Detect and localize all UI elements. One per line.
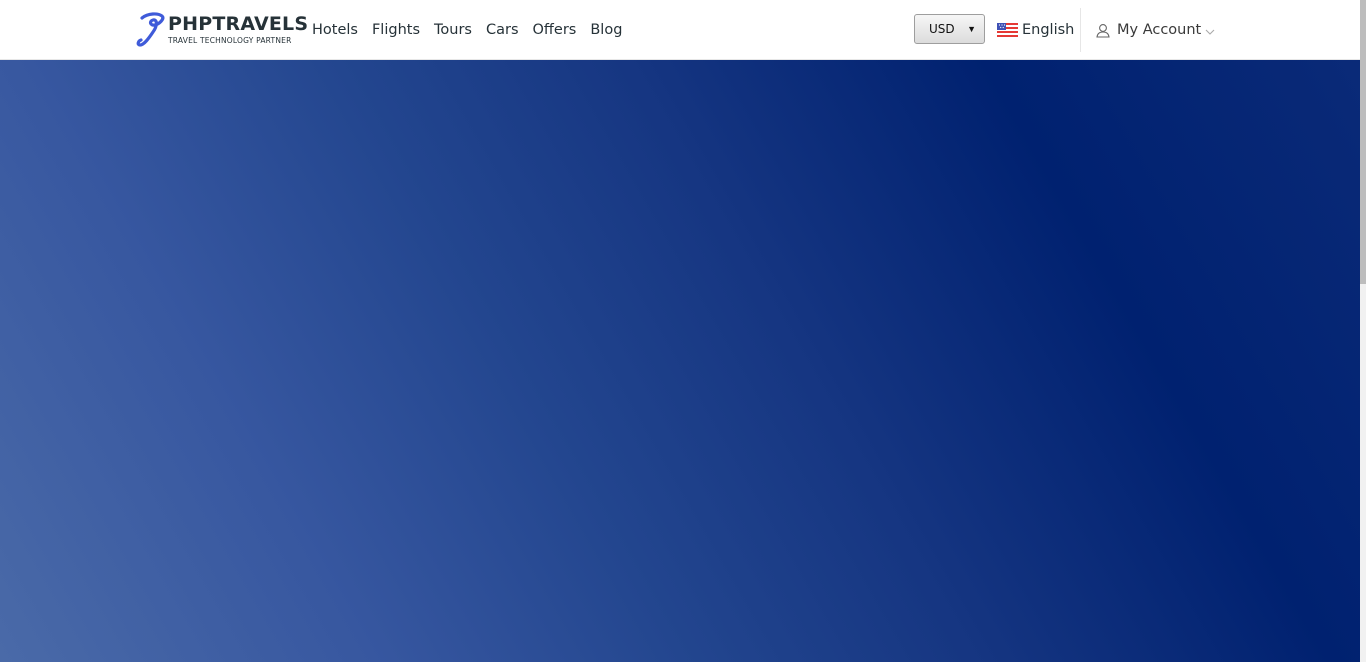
page-scrollbar[interactable]	[1360, 0, 1366, 662]
phptravels-logo-icon	[136, 12, 165, 47]
chevron-down-icon	[1205, 29, 1215, 35]
language-selector[interactable]: English	[997, 0, 1074, 60]
header-divider	[1080, 8, 1081, 52]
logo-text: PHPTRAVELS TRAVEL TECHNOLOGY PARTNER	[168, 15, 308, 45]
my-account-label: My Account	[1117, 22, 1202, 38]
top-navbar: PHPTRAVELS TRAVEL TECHNOLOGY PARTNER Hot…	[0, 0, 1360, 60]
us-flag-icon	[997, 23, 1018, 37]
hero-banner	[0, 60, 1360, 662]
page: PHPTRAVELS TRAVEL TECHNOLOGY PARTNER Hot…	[0, 0, 1366, 662]
logo-title: PHPTRAVELS	[168, 13, 309, 36]
scrollbar-thumb[interactable]	[1360, 0, 1366, 284]
nav-item-offers[interactable]: Offers	[533, 22, 577, 38]
brand-logo[interactable]: PHPTRAVELS TRAVEL TECHNOLOGY PARTNER	[136, 12, 308, 48]
user-icon	[1096, 23, 1110, 38]
main-nav: Hotels Flights Tours Cars Offers Blog	[312, 0, 636, 60]
caret-down-icon: ▼	[967, 24, 976, 34]
currency-select[interactable]: USD ▼	[914, 14, 985, 44]
nav-item-cars[interactable]: Cars	[486, 22, 519, 38]
nav-item-flights[interactable]: Flights	[372, 22, 420, 38]
nav-item-blog[interactable]: Blog	[590, 22, 622, 38]
logo-subtitle: TRAVEL TECHNOLOGY PARTNER	[168, 36, 292, 46]
nav-item-hotels[interactable]: Hotels	[312, 22, 358, 38]
currency-value: USD	[929, 22, 955, 36]
nav-item-tours[interactable]: Tours	[434, 22, 472, 38]
my-account-menu[interactable]: My Account	[1096, 0, 1215, 60]
language-label: English	[1022, 22, 1075, 38]
